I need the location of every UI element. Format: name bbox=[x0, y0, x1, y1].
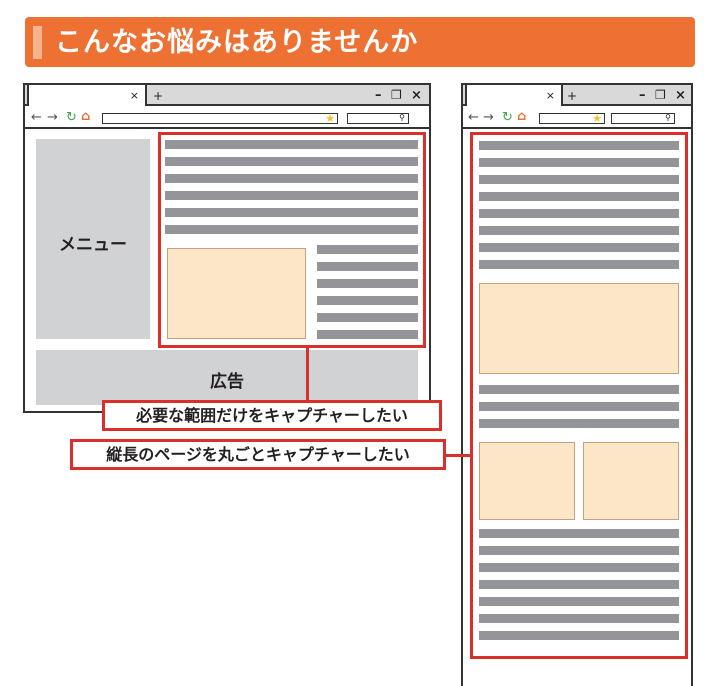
bookmark-star-icon[interactable]: ★ bbox=[592, 113, 602, 124]
selection-highlight-partial bbox=[158, 132, 426, 348]
toolbar-divider bbox=[25, 127, 429, 129]
callout-full-page-capture: 縦長のページを丸ごとキャプチャーしたい bbox=[70, 439, 446, 470]
reload-icon[interactable]: ↻ bbox=[502, 111, 513, 125]
menu-label: メニュー bbox=[59, 235, 127, 255]
address-bar[interactable]: ★ bbox=[102, 113, 338, 124]
reload-icon[interactable]: ↻ bbox=[66, 111, 77, 125]
browser-tab[interactable]: × bbox=[465, 85, 563, 106]
tab-close-icon[interactable]: × bbox=[546, 85, 555, 106]
close-icon[interactable]: × bbox=[411, 85, 422, 106]
forward-icon[interactable]: → bbox=[483, 111, 494, 125]
search-icon[interactable]: ⚲ bbox=[399, 113, 405, 122]
menu-area: メニュー bbox=[36, 139, 150, 339]
back-icon[interactable]: ← bbox=[468, 111, 479, 125]
search-box[interactable]: ⚲ bbox=[347, 113, 409, 124]
back-icon[interactable]: ← bbox=[31, 111, 42, 125]
address-bar[interactable]: ★ bbox=[539, 113, 605, 124]
callout-partial-capture: 必要な範囲だけをキャプチャーしたい bbox=[102, 400, 442, 431]
tab-close-icon[interactable]: × bbox=[130, 85, 139, 106]
maximize-icon[interactable]: ❐ bbox=[655, 85, 666, 106]
maximize-icon[interactable]: ❐ bbox=[391, 85, 402, 106]
toolbar-divider bbox=[463, 127, 691, 129]
header-accent-bar bbox=[33, 26, 42, 59]
search-box[interactable]: ⚲ bbox=[611, 113, 675, 124]
new-tab-icon[interactable]: + bbox=[153, 85, 163, 106]
connector-line bbox=[444, 454, 472, 457]
home-icon[interactable]: ⌂ bbox=[81, 110, 90, 124]
connector-line bbox=[306, 346, 309, 400]
bookmark-star-icon[interactable]: ★ bbox=[325, 113, 335, 124]
new-tab-icon[interactable]: + bbox=[567, 85, 577, 106]
home-icon[interactable]: ⌂ bbox=[517, 110, 526, 124]
forward-icon[interactable]: → bbox=[47, 111, 58, 125]
close-icon[interactable]: × bbox=[675, 85, 686, 106]
selection-highlight-full bbox=[470, 132, 688, 659]
browser-tab[interactable]: × bbox=[27, 85, 147, 106]
ad-label: 広告 bbox=[210, 372, 244, 392]
search-icon[interactable]: ⚲ bbox=[665, 113, 671, 122]
ad-area: 広告 bbox=[36, 350, 418, 405]
minimize-icon[interactable]: – bbox=[375, 85, 382, 106]
page-title: こんなお悩みはありませんか bbox=[55, 27, 419, 58]
minimize-icon[interactable]: – bbox=[639, 85, 646, 106]
